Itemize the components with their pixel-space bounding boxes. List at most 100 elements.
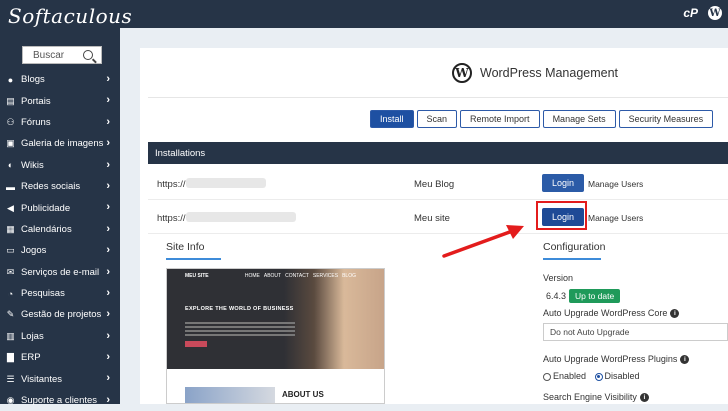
megaphone-icon: ◀: [7, 202, 14, 213]
info-icon[interactable]: i: [670, 309, 680, 319]
sidebar-item[interactable]: ▥ Lojas ›: [0, 326, 120, 347]
sidebar-item[interactable]: ☰ Visitantes ›: [0, 368, 120, 389]
support-icon: ◉: [6, 395, 15, 406]
preview-about-title: ABOUT US: [282, 390, 324, 399]
preview-cta: [185, 341, 207, 347]
chevron-right-icon: ›: [106, 393, 110, 406]
plugins-enabled-label[interactable]: Enabled: [553, 371, 586, 381]
login-button[interactable]: Login: [542, 174, 584, 192]
installations-header: Installations: [148, 142, 728, 164]
softaculous-logo[interactable]: Softaculous: [8, 4, 132, 28]
redacted-url: [186, 212, 296, 222]
site-preview[interactable]: MEU SITE HOME ABOUT CONTACT SERVICES BLO…: [166, 268, 385, 404]
sidebar-item-label: Suporte a clientes: [21, 395, 98, 407]
sidebar-item[interactable]: ▣ Galeria de imagens ›: [0, 133, 120, 154]
chevron-right-icon: ›: [106, 115, 110, 128]
sidebar-item-label: Galeria de imagens: [21, 138, 104, 150]
chevron-right-icon: ›: [106, 222, 110, 235]
tab-remote-import[interactable]: Remote Import: [460, 110, 540, 128]
chevron-right-icon: ›: [106, 372, 110, 385]
chevron-right-icon: ›: [106, 179, 110, 192]
chevron-right-icon: ›: [106, 73, 110, 85]
sidebar-item-label: Wikis: [21, 159, 44, 171]
preview-headline: EXPLORE THE WORLD OF BUSINESS: [185, 306, 294, 312]
sidebar-item[interactable]: ◉ Suporte a clientes ›: [0, 390, 120, 411]
site-info-underline: [166, 258, 221, 260]
sidebar-search[interactable]: Buscar: [22, 46, 102, 64]
tab-manage-sets[interactable]: Manage Sets: [542, 110, 616, 128]
info-icon[interactable]: i: [680, 355, 690, 365]
sidebar-item[interactable]: ◔ Pesquisas ›: [0, 283, 120, 304]
installation-url[interactable]: https://: [157, 213, 186, 224]
chevron-right-icon: ›: [106, 158, 110, 171]
version-value: 6.4.3: [546, 291, 567, 301]
version-label: Version: [543, 273, 574, 283]
envelope-icon: ✉: [6, 266, 15, 277]
sidebar-item-label: Lojas: [21, 330, 44, 342]
tab-install[interactable]: Install: [370, 110, 414, 128]
sidebar-item-label: Redes sociais: [21, 181, 81, 193]
sidebar-item[interactable]: ◐ Wikis ›: [0, 155, 120, 176]
auto-core-select[interactable]: Do not Auto Upgrade: [543, 323, 728, 341]
user-icon: ●: [7, 74, 14, 85]
chevron-right-icon: ›: [106, 244, 110, 257]
sidebar-item-label: Visitantes: [21, 373, 63, 385]
auto-plugins-text: Auto Upgrade WordPress Plugins: [543, 354, 678, 364]
configuration-underline: [543, 258, 601, 260]
search-visibility-label: Search Engine Visibility i: [543, 392, 649, 403]
tab-security-measures[interactable]: Security Measures: [618, 110, 714, 128]
site-info-title: Site Info: [166, 241, 205, 253]
sidebar-item[interactable]: ▬ Redes sociais ›: [0, 176, 120, 197]
sidebar-item-label: ERP: [21, 352, 41, 364]
installation-row: https:// Meu Blog Login Manage Users: [148, 168, 728, 200]
preview-brand: MEU SITE: [185, 273, 209, 279]
sidebar-item[interactable]: ▦ Calendários ›: [0, 219, 120, 240]
wordpress-icon[interactable]: W: [708, 6, 722, 20]
sidebar-item-label: Portais: [21, 95, 51, 107]
auto-plugins-label: Auto Upgrade WordPress Plugins i: [543, 354, 690, 365]
chevron-right-icon: ›: [106, 265, 110, 278]
preview-image: [284, 269, 384, 369]
sidebar-item[interactable]: ● Blogs ›: [0, 69, 120, 90]
portal-icon: ▤: [6, 95, 15, 106]
sidebar-item[interactable]: ▇ ERP ›: [0, 347, 120, 368]
globe-icon: ◐: [7, 160, 14, 171]
info-icon[interactable]: i: [639, 393, 649, 403]
header-divider: [148, 97, 728, 98]
sidebar-item-label: Blogs: [21, 74, 45, 86]
plugins-enabled-radio[interactable]: [543, 372, 551, 381]
top-bar: Softaculous cP W: [0, 0, 728, 28]
users-icon: ⚇: [6, 116, 15, 127]
wordpress-logo-icon: W: [452, 63, 472, 83]
plugins-disabled-label[interactable]: Disabled: [605, 371, 640, 381]
preview-nav-blog: BLOG: [342, 273, 356, 279]
page-header: W WordPress Management: [452, 63, 618, 83]
search-input[interactable]: Buscar: [33, 50, 83, 61]
page-title: WordPress Management: [480, 66, 619, 80]
sidebar-item[interactable]: ▤ Portais ›: [0, 90, 120, 111]
chevron-right-icon: ›: [106, 351, 110, 364]
auto-core-label: Auto Upgrade WordPress Core i: [543, 308, 680, 319]
manage-users-link[interactable]: Manage Users: [588, 213, 643, 223]
chevron-right-icon: ›: [106, 137, 110, 150]
sidebar-item[interactable]: ✉ Serviços de e-mail ›: [0, 262, 120, 283]
installation-url[interactable]: https://: [157, 179, 186, 190]
action-tabs: Install Scan Remote Import Manage Sets S…: [370, 110, 714, 128]
sidebar: Buscar ● Blogs › ▤ Portais › ⚇ Fóruns › ▣ Galeria …: [0, 28, 120, 406]
search-icon[interactable]: [83, 50, 93, 60]
sidebar-item[interactable]: ⚇ Fóruns ›: [0, 112, 120, 133]
tab-scan[interactable]: Scan: [416, 110, 458, 128]
installation-site-name: Meu Blog: [414, 179, 455, 190]
cpanel-icon[interactable]: cP: [683, 6, 698, 20]
pencil-icon: ✎: [6, 309, 15, 320]
sidebar-nav: ● Blogs › ▤ Portais › ⚇ Fóruns › ▣ Galeria de imag…: [0, 69, 120, 411]
plugins-disabled-radio[interactable]: [594, 372, 603, 381]
configuration-title: Configuration: [543, 241, 606, 253]
bar-chart-icon: ▇: [7, 352, 14, 363]
manage-users-link[interactable]: Manage Users: [588, 179, 643, 189]
sidebar-item[interactable]: ◀ Publicidade ›: [0, 197, 120, 218]
installation-row: https:// Meu site Login Manage Users: [148, 202, 728, 234]
sidebar-item[interactable]: ▭ Jogos ›: [0, 240, 120, 261]
highlight-box: [536, 201, 587, 230]
sidebar-item[interactable]: ✎ Gestão de projetos ›: [0, 304, 120, 325]
